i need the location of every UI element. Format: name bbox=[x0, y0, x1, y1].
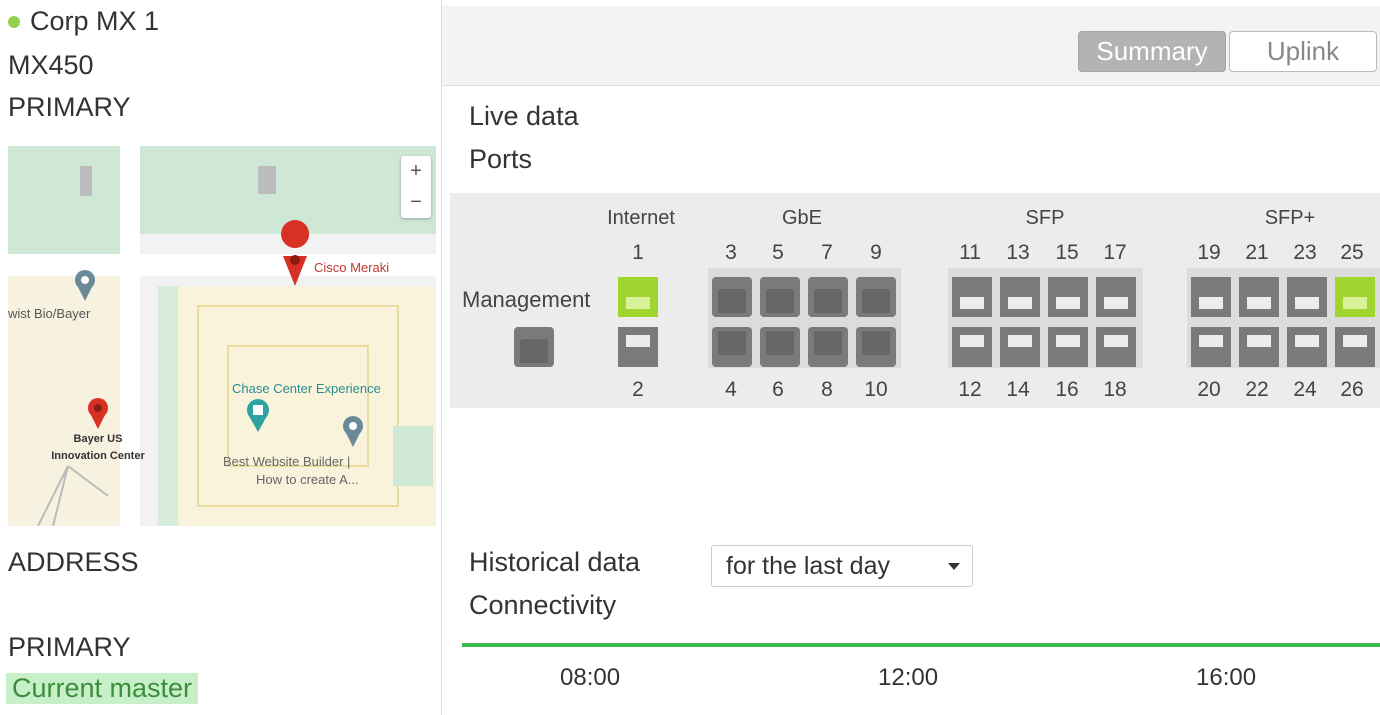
port-number-2: 2 bbox=[632, 378, 644, 401]
location-map[interactable]: + − Cisco Meraki wist Bio/Bayer Chase Ce… bbox=[8, 146, 436, 526]
management-label: Management bbox=[462, 287, 591, 312]
map-label-cisco-meraki[interactable]: Cisco Meraki bbox=[314, 260, 389, 275]
port-5[interactable] bbox=[760, 277, 800, 317]
port-number-1: 1 bbox=[632, 241, 644, 264]
port-13[interactable] bbox=[1000, 277, 1040, 317]
port-number-13: 13 bbox=[1006, 241, 1030, 264]
time-tick-0800: 08:00 bbox=[560, 664, 621, 691]
port-21[interactable] bbox=[1239, 277, 1279, 317]
port-number-18: 18 bbox=[1103, 378, 1127, 401]
ports-heading: Ports bbox=[469, 144, 533, 174]
chevron-down-icon bbox=[948, 563, 960, 570]
time-range-value: for the last day bbox=[726, 552, 890, 580]
port-23[interactable] bbox=[1287, 277, 1327, 317]
connectivity-heading: Connectivity bbox=[469, 590, 617, 620]
port-number-3: 3 bbox=[725, 241, 737, 264]
tab-bar: Summary Uplink bbox=[442, 6, 1380, 86]
device-info-panel: Corp MX 1 MX450 PRIMARY + − Cisco Meraki… bbox=[0, 0, 440, 715]
management-port[interactable] bbox=[514, 327, 554, 367]
port-14[interactable] bbox=[1000, 327, 1040, 367]
map-label-twist-bio[interactable]: wist Bio/Bayer bbox=[8, 306, 90, 321]
port-8[interactable] bbox=[808, 327, 848, 367]
port-15[interactable] bbox=[1048, 277, 1088, 317]
port-number-5: 5 bbox=[772, 241, 784, 264]
time-range-select[interactable]: for the last day bbox=[711, 545, 973, 587]
port-1[interactable] bbox=[618, 277, 658, 317]
port-4[interactable] bbox=[712, 327, 752, 367]
primary-label: PRIMARY bbox=[8, 632, 131, 662]
port-20[interactable] bbox=[1191, 327, 1231, 367]
port-number-11: 11 bbox=[959, 241, 981, 264]
device-role: PRIMARY bbox=[8, 92, 131, 122]
map-graphic bbox=[8, 146, 436, 526]
port-11[interactable] bbox=[952, 277, 992, 317]
port-number-6: 6 bbox=[772, 378, 784, 401]
live-data-heading: Live data bbox=[469, 101, 579, 131]
port-number-8: 8 bbox=[821, 378, 833, 401]
port-19[interactable] bbox=[1191, 277, 1231, 317]
map-label-builder-1[interactable]: Best Website Builder | bbox=[223, 454, 350, 469]
zoom-out-button[interactable]: − bbox=[401, 187, 431, 218]
port-number-15: 15 bbox=[1055, 241, 1079, 264]
port-6[interactable] bbox=[760, 327, 800, 367]
group-label-sfp-plus: SFP+ bbox=[1264, 207, 1316, 229]
port-number-14: 14 bbox=[1006, 378, 1030, 401]
port-number-12: 12 bbox=[958, 378, 982, 401]
port-12[interactable] bbox=[952, 327, 992, 367]
time-tick-1600: 16:00 bbox=[1196, 664, 1257, 691]
map-label-builder-2[interactable]: How to create A... bbox=[256, 472, 359, 487]
port-number-7: 7 bbox=[821, 241, 833, 264]
device-name-row: Corp MX 1 bbox=[8, 6, 159, 37]
port-25[interactable] bbox=[1335, 277, 1375, 317]
map-zoom-control: + − bbox=[401, 156, 431, 218]
port-3[interactable] bbox=[712, 277, 752, 317]
port-16[interactable] bbox=[1048, 327, 1088, 367]
port-number-17: 17 bbox=[1103, 241, 1127, 264]
port-number-21: 21 bbox=[1245, 241, 1269, 264]
port-24[interactable] bbox=[1287, 327, 1327, 367]
map-label-bayer-2[interactable]: Innovation Center bbox=[38, 450, 158, 462]
port-number-26: 26 bbox=[1340, 378, 1364, 401]
device-model: MX450 bbox=[8, 50, 94, 80]
port-number-22: 22 bbox=[1245, 378, 1269, 401]
group-label-sfp: SFP bbox=[1025, 207, 1065, 229]
port-number-19: 19 bbox=[1197, 241, 1221, 264]
time-tick-1200: 12:00 bbox=[878, 664, 939, 691]
tab-summary[interactable]: Summary bbox=[1078, 31, 1226, 72]
port-22[interactable] bbox=[1239, 327, 1279, 367]
port-7[interactable] bbox=[808, 277, 848, 317]
current-master-badge: Current master bbox=[6, 673, 199, 704]
port-number-10: 10 bbox=[864, 378, 888, 401]
port-number-20: 20 bbox=[1197, 378, 1221, 401]
map-label-chase-center[interactable]: Chase Center Experience bbox=[232, 381, 381, 396]
tab-uplink[interactable]: Uplink bbox=[1229, 31, 1377, 72]
port-number-4: 4 bbox=[725, 378, 737, 401]
group-label-internet: Internet bbox=[607, 207, 675, 229]
address-label: ADDRESS bbox=[8, 547, 139, 577]
group-label-gbe: GbE bbox=[781, 207, 823, 229]
port-number-9: 9 bbox=[870, 241, 882, 264]
ports-panel: Internet GbE SFP SFP+ Management 1 2 3 5… bbox=[450, 193, 1380, 408]
zoom-in-button[interactable]: + bbox=[401, 156, 431, 187]
port-18[interactable] bbox=[1096, 327, 1136, 367]
port-10[interactable] bbox=[856, 327, 896, 367]
port-number-16: 16 bbox=[1055, 378, 1079, 401]
port-number-25: 25 bbox=[1340, 241, 1364, 264]
port-2[interactable] bbox=[618, 327, 658, 367]
map-label-bayer-1[interactable]: Bayer US bbox=[53, 433, 143, 445]
device-name: Corp MX 1 bbox=[30, 6, 160, 36]
device-detail-panel: Summary Uplink Live data Ports Internet … bbox=[441, 0, 1380, 715]
port-26[interactable] bbox=[1335, 327, 1375, 367]
port-number-23: 23 bbox=[1293, 241, 1317, 264]
port-9[interactable] bbox=[856, 277, 896, 317]
port-number-24: 24 bbox=[1293, 378, 1317, 401]
historical-data-heading: Historical data bbox=[469, 547, 641, 577]
port-17[interactable] bbox=[1096, 277, 1136, 317]
connectivity-timeline-bar[interactable] bbox=[462, 643, 1380, 647]
status-dot-icon bbox=[8, 15, 20, 28]
